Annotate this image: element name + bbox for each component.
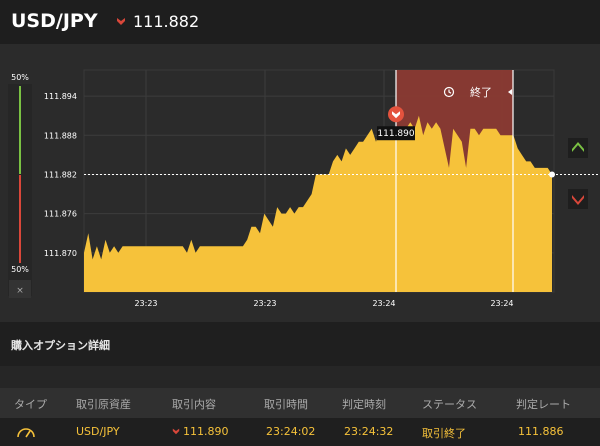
- high-button[interactable]: [568, 138, 588, 158]
- column-asset: 取引原資産: [76, 398, 131, 411]
- x-tick-label: 23:23: [134, 299, 157, 308]
- column-status: ステータス: [422, 398, 477, 411]
- row-status: 取引終了: [422, 427, 466, 440]
- y-tick-label: 111.894: [44, 92, 77, 101]
- chart-svg: 50% 50% × 111.894111.888111.882111.87611…: [8, 69, 600, 308]
- x-tick-label: 23:24: [372, 299, 395, 308]
- low-button[interactable]: [568, 189, 588, 209]
- section-title: 購入オプション詳細: [11, 339, 110, 352]
- details-table-header: タイプ 取引原資産 取引内容 取引時間 判定時刻 ステータス 判定レート: [0, 388, 600, 418]
- close-icon[interactable]: ×: [16, 286, 24, 296]
- up-ratio-bar: [19, 86, 21, 174]
- y-tick-label: 111.882: [44, 170, 77, 179]
- section-spacer: [0, 366, 600, 388]
- x-tick-label: 23:23: [253, 299, 276, 308]
- table-row[interactable]: USD/JPY 111.890 23:24:02 23:24:32 取引終了 1…: [0, 418, 600, 446]
- down-ratio-bar: [19, 175, 21, 263]
- column-trade-time: 取引時間: [264, 398, 308, 411]
- row-judge-time: 23:24:32: [344, 425, 394, 438]
- row-judge-rate: 111.886: [518, 425, 564, 438]
- header-bar: USD/JPY 111.882: [0, 0, 600, 44]
- column-judge-time: 判定時刻: [342, 398, 386, 411]
- current-rate-dot: [549, 171, 555, 178]
- gauge-icon: [17, 428, 35, 438]
- column-type: タイプ: [14, 398, 47, 411]
- side-scale: 50% 50% ×: [8, 73, 32, 298]
- y-tick-label: 111.876: [44, 210, 77, 219]
- low-button-bg[interactable]: [568, 189, 588, 209]
- currency-pair-title: USD/JPY: [11, 10, 98, 32]
- high-button-bg[interactable]: [568, 138, 588, 158]
- side-scale-bottom-label: 50%: [11, 265, 29, 274]
- row-content-value: 111.890: [183, 425, 229, 438]
- side-scale-top-label: 50%: [11, 73, 29, 82]
- app-root: USD/JPY 111.882 50% 50% × 111.894 111.88…: [0, 0, 600, 446]
- end-zone-label: 終了: [470, 85, 492, 99]
- current-rate: 111.882: [133, 12, 200, 31]
- y-tick-label: 111.888: [44, 131, 77, 140]
- entry-rate-label: 111.890: [377, 129, 414, 139]
- down-arrow-icon: [117, 18, 125, 25]
- x-axis-ticks: 23:23 23:23 23:24 23:24: [134, 299, 513, 308]
- column-judge-rate: 判定レート: [516, 398, 571, 411]
- price-chart[interactable]: 50% 50% × 111.894 111.888 111.882 111.876 11…: [0, 44, 600, 322]
- y-tick-label: 111.870: [44, 249, 77, 258]
- row-content: 111.890: [172, 425, 229, 438]
- x-tick-label: 23:24: [490, 299, 513, 308]
- down-arrow-icon: [172, 428, 180, 435]
- column-content: 取引内容: [172, 398, 216, 411]
- purchase-details-header: 購入オプション詳細: [0, 322, 600, 366]
- y-axis-ticks: 111.894 111.888 111.882 111.876 111.870: [44, 92, 77, 258]
- row-trade-time: 23:24:02: [266, 425, 316, 438]
- row-asset: USD/JPY: [76, 425, 120, 438]
